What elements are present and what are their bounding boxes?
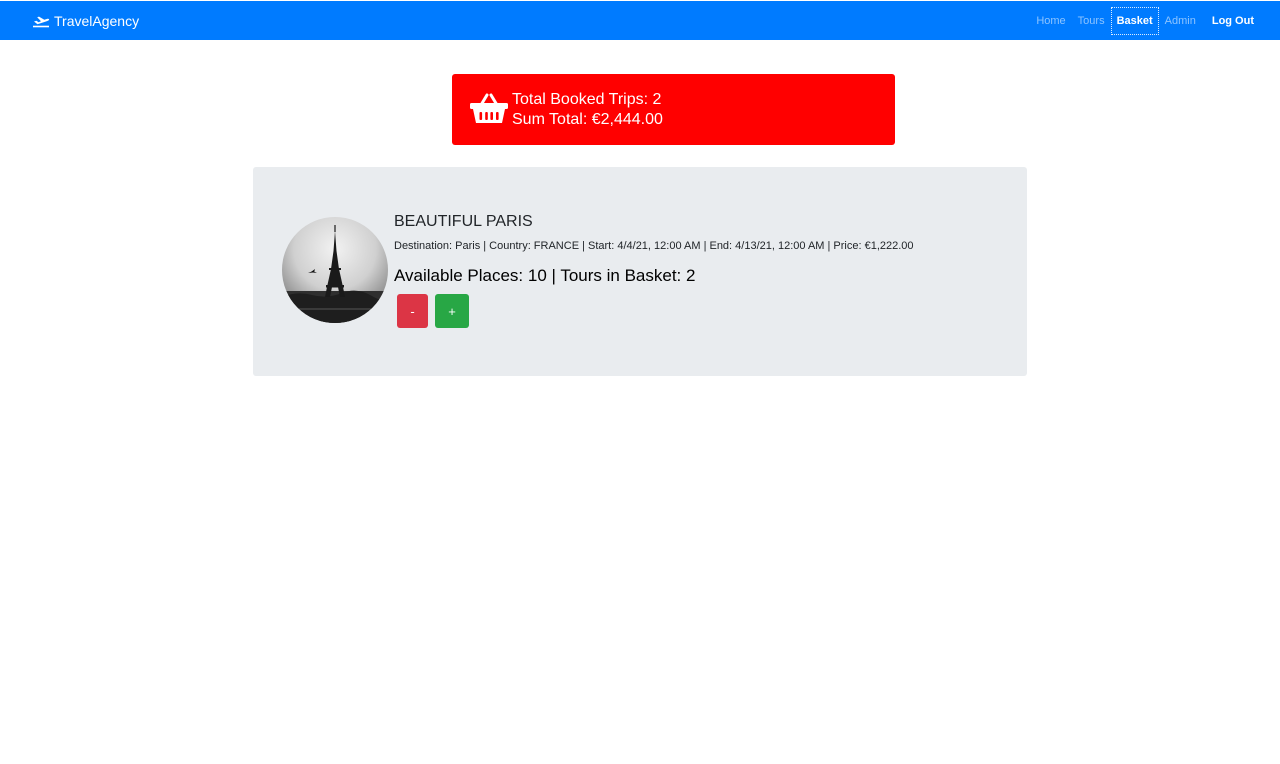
nav-logout[interactable]: Log Out	[1206, 7, 1260, 35]
nav-tours[interactable]: Tours	[1072, 7, 1111, 35]
summary-text: Total Booked Trips: 2 Sum Total: €2,444.…	[512, 90, 663, 130]
nav-admin[interactable]: Admin	[1159, 7, 1202, 35]
add-to-basket-button[interactable]: +	[435, 294, 469, 328]
tour-card: BEAUTIFUL PARIS Destination: Paris | Cou…	[253, 167, 1027, 376]
basket-icon	[469, 89, 512, 130]
navbar: TravelAgency Home Tours Basket Admin Log…	[0, 1, 1280, 40]
plane-departure-icon	[32, 14, 50, 28]
basket-summary: Total Booked Trips: 2 Sum Total: €2,444.…	[452, 74, 895, 145]
total-booked-trips: Total Booked Trips: 2	[512, 90, 662, 108]
nav-home[interactable]: Home	[1030, 7, 1071, 35]
nav-links: Home Tours Basket Admin Log Out	[1030, 1, 1260, 40]
tour-availability: Available Places: 10 | Tours in Basket: …	[394, 266, 696, 285]
sum-total: Sum Total: €2,444.00	[512, 110, 663, 128]
brand-label: TravelAgency	[54, 12, 140, 29]
nav-basket[interactable]: Basket	[1110, 6, 1159, 35]
tour-image	[282, 217, 388, 323]
tour-title: BEAUTIFUL PARIS	[394, 213, 533, 230]
tour-details: Destination: Paris | Country: FRANCE | S…	[394, 240, 914, 252]
brand-link[interactable]: TravelAgency	[32, 1, 139, 40]
remove-from-basket-button[interactable]: -	[397, 294, 428, 328]
